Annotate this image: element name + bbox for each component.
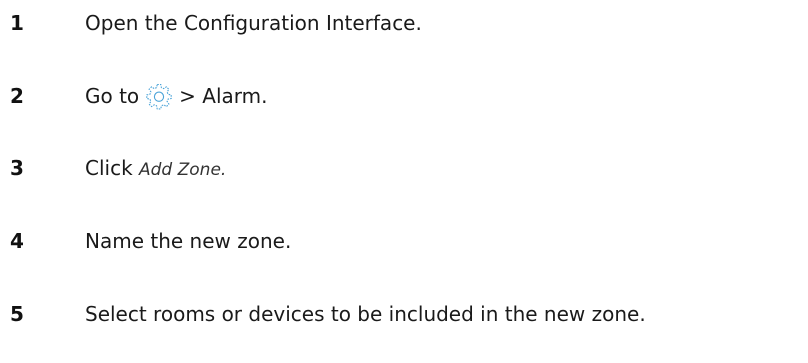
step-text: Go to > Alarm. — [85, 76, 268, 116]
step-label-before: Go to — [85, 84, 140, 108]
step-label: Open the Configuration Interface. — [85, 11, 422, 35]
step-text: Open the Configuration Interface. — [85, 3, 422, 43]
ui-element-reference: Add Zone. — [139, 160, 227, 180]
step-label: Select rooms or devices to be included i… — [85, 302, 646, 326]
step-number: 1 — [10, 11, 24, 35]
step-number: 4 — [10, 229, 24, 253]
step-5: 5 Select rooms or devices to be included… — [0, 294, 808, 334]
step-1: 1 Open the Configuration Interface. — [0, 3, 808, 43]
step-text: Name the new zone. — [85, 221, 291, 261]
step-label: Click — [85, 156, 133, 180]
gear-icon — [146, 83, 172, 109]
step-number: 2 — [10, 84, 24, 108]
step-number: 3 — [10, 156, 24, 180]
instruction-steps: 1 Open the Configuration Interface. 2 Go… — [0, 0, 808, 363]
step-text: Click Add Zone. — [85, 148, 226, 188]
step-number: 5 — [10, 302, 24, 326]
step-label-after: > Alarm. — [179, 84, 268, 108]
step-3: 3 Click Add Zone. — [0, 148, 808, 188]
step-label: Name the new zone. — [85, 229, 292, 253]
step-4: 4 Name the new zone. — [0, 221, 808, 261]
step-text: Select rooms or devices to be included i… — [85, 294, 646, 334]
step-2: 2 Go to > Alarm. — [0, 76, 808, 116]
